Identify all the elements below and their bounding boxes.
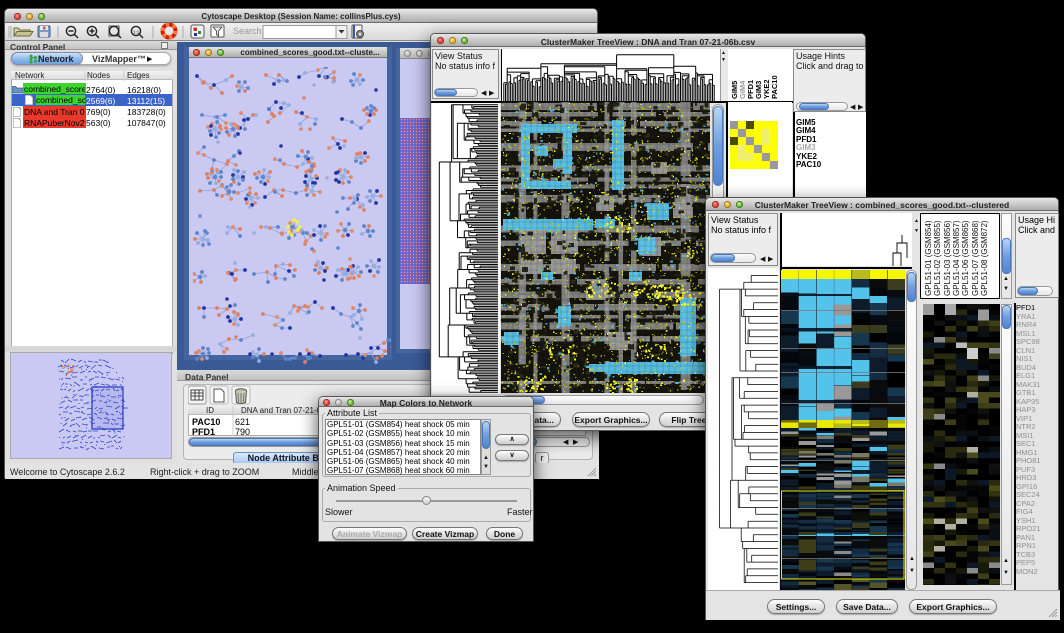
svg-text:Search:: Search: <box>233 26 264 36</box>
svg-text:1:1: 1:1 <box>133 30 140 35</box>
